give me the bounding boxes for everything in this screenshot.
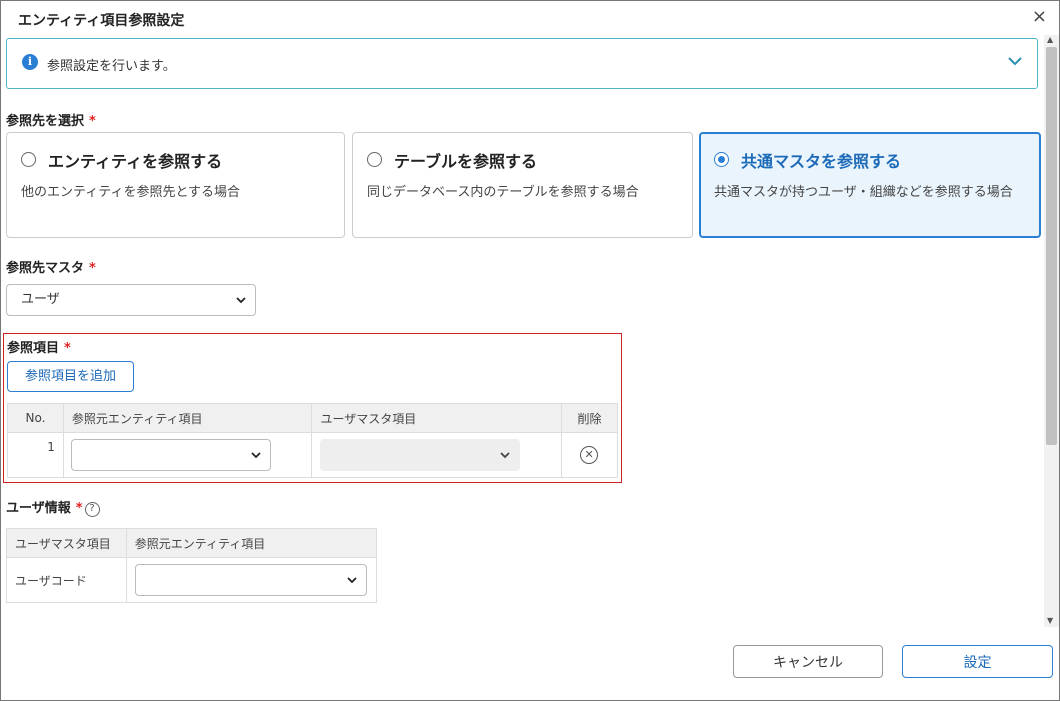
option-title-table: テーブルを参照する <box>394 152 538 171</box>
user-source-cell <box>125 557 378 603</box>
option-desc-common-master: 共通マスタが持つユーザ・組織などを参照する場合 <box>714 185 1013 200</box>
radio-common-master[interactable] <box>714 152 729 167</box>
column-header-no: No. <box>7 403 64 433</box>
master-label-text: 参照先マスタ <box>6 261 85 276</box>
column-header-master: ユーザマスタ項目 <box>311 403 563 433</box>
dialog-footer: キャンセル 設定 <box>1 627 1059 700</box>
help-icon[interactable]: ? <box>84 502 100 517</box>
option-title-common-master: 共通マスタを参照する <box>741 152 902 171</box>
option-desc-table: 同じデータベース内のテーブルを参照する場合 <box>367 185 639 200</box>
column-header-source: 参照元エンティティ項目 <box>62 403 313 433</box>
info-text: 参照設定を行います。 <box>47 59 176 74</box>
column-header-user-master: ユーザマスタ項目 <box>6 528 127 558</box>
source-cell <box>62 432 313 478</box>
dialog: エンティティ項目参照設定 × i 参照設定を行います。 参照先を選択 * エンティ… <box>0 0 1060 701</box>
chevron-down-icon <box>347 577 357 584</box>
reference-items-label-text: 参照項目 <box>7 341 60 356</box>
ok-button[interactable]: 設定 <box>902 645 1053 678</box>
table-header-row: ユーザマスタ項目 参照元エンティティ項目 <box>6 528 378 558</box>
master-select[interactable]: ユーザ <box>6 284 256 316</box>
option-card-common-master[interactable]: 共通マスタを参照する 共通マスタが持つユーザ・組織などを参照する場合 <box>699 132 1041 238</box>
source-entity-item-select[interactable] <box>70 439 271 471</box>
chevron-down-icon <box>236 297 246 304</box>
required-mark: * <box>75 501 83 516</box>
dialog-title: エンティティ項目参照設定 <box>18 13 185 29</box>
required-mark: * <box>64 341 71 356</box>
info-panel[interactable]: i 参照設定を行います。 <box>6 38 1038 89</box>
row-number-cell: 1 <box>7 432 64 478</box>
radio-table[interactable] <box>367 152 382 167</box>
table-row: ユーザコード <box>6 557 378 603</box>
dialog-content: i 参照設定を行います。 参照先を選択 * エンティティを参照する 他のエンティテ… <box>1 35 1045 627</box>
scrollbar-thumb[interactable] <box>1046 47 1057 445</box>
cancel-button[interactable]: キャンセル <box>733 645 883 678</box>
reference-items-section: 参照項目 * 参照項目を追加 No. 参照元エンティティ項目 ユーザマスタ項目 削… <box>3 333 622 483</box>
user-code-source-select[interactable] <box>134 564 367 596</box>
reference-items-label: 参照項目 * <box>7 337 71 356</box>
dialog-titlebar: エンティティ項目参照設定 × <box>1 1 1059 35</box>
table-header-row: No. 参照元エンティティ項目 ユーザマスタ項目 削除 <box>7 403 618 433</box>
master-cell <box>311 432 563 478</box>
option-card-table[interactable]: テーブルを参照する 同じデータベース内のテーブルを参照する場合 <box>352 132 693 238</box>
vertical-scrollbar[interactable]: ▲ ▼ <box>1044 35 1059 627</box>
reference-target-label: 参照先を選択 * <box>6 110 96 129</box>
master-select-value: ユーザ <box>21 292 60 307</box>
chevron-down-icon <box>251 452 261 459</box>
column-header-delete: 削除 <box>561 403 618 433</box>
user-master-item-cell: ユーザコード <box>6 557 127 603</box>
reference-items-table: No. 参照元エンティティ項目 ユーザマスタ項目 削除 1 ✕ <box>7 403 618 478</box>
user-master-item: ユーザコード <box>15 573 87 588</box>
radio-entity[interactable] <box>21 152 36 167</box>
add-reference-item-button[interactable]: 参照項目を追加 <box>7 361 134 392</box>
master-label: 参照先マスタ * <box>6 257 96 276</box>
row-number: 1 <box>47 440 55 454</box>
scroll-down-arrow-icon[interactable]: ▼ <box>1047 616 1053 625</box>
info-icon: i <box>22 54 38 70</box>
user-info-label-text: ユーザ情報 <box>6 501 71 516</box>
user-info-label: ユーザ情報 *? <box>6 497 100 517</box>
table-row: 1 ✕ <box>7 432 618 478</box>
close-icon[interactable]: × <box>1032 6 1047 27</box>
column-header-user-source: 参照元エンティティ項目 <box>125 528 378 558</box>
chevron-down-icon[interactable] <box>1006 52 1024 70</box>
required-mark: * <box>89 114 96 129</box>
remove-circle-icon[interactable]: ✕ <box>580 446 599 464</box>
master-item-select <box>320 439 521 471</box>
delete-cell: ✕ <box>561 432 618 478</box>
option-desc-entity: 他のエンティティを参照先とする場合 <box>21 185 241 200</box>
chevron-down-icon <box>500 452 511 459</box>
reference-target-label-text: 参照先を選択 <box>6 114 85 129</box>
scroll-up-arrow-icon[interactable]: ▲ <box>1047 35 1053 44</box>
required-mark: * <box>89 261 96 276</box>
option-title-entity: エンティティを参照する <box>48 152 223 171</box>
option-card-entity[interactable]: エンティティを参照する 他のエンティティを参照先とする場合 <box>6 132 345 238</box>
user-info-table: ユーザマスタ項目 参照元エンティティ項目 ユーザコード <box>6 528 378 603</box>
